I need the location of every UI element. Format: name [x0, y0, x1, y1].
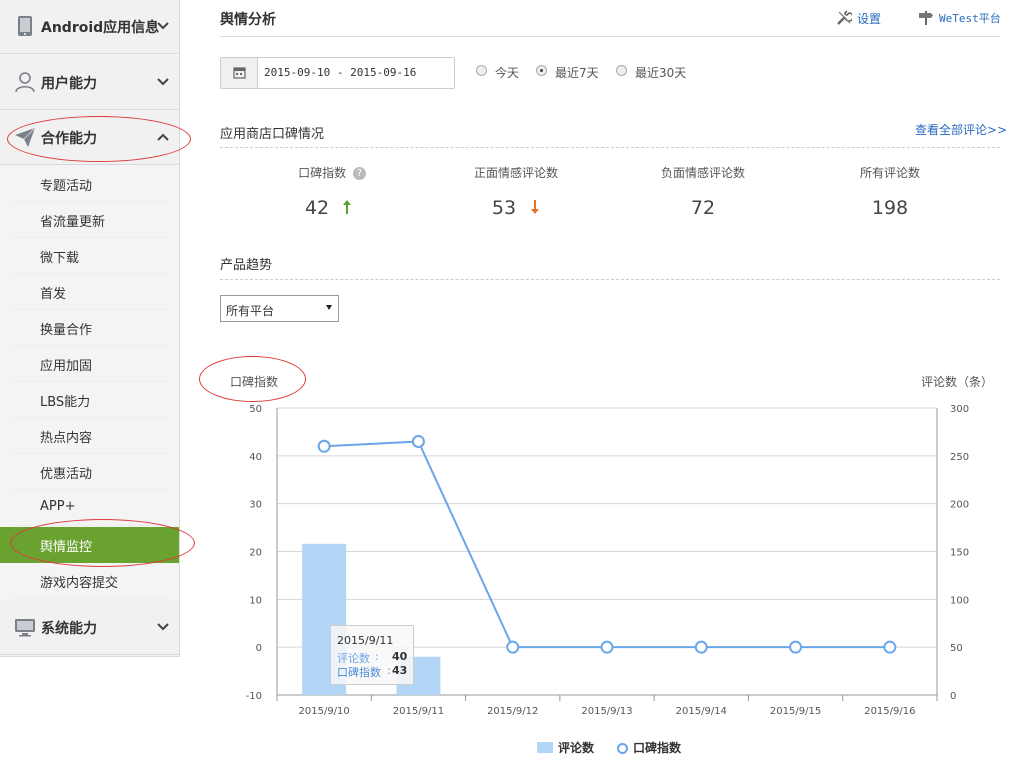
line-point	[317, 439, 331, 453]
chart-tooltip: 2015/9/11 评论数: 40 口碑指数: 43	[330, 625, 414, 685]
legend-item-reputation[interactable]: 口碑指数	[617, 739, 681, 756]
left-tick-label: 0	[256, 643, 262, 654]
line-point	[694, 640, 708, 654]
right-tick-label: 100	[950, 595, 969, 606]
line-point	[600, 640, 614, 654]
x-tick-label: 2015/9/14	[676, 706, 727, 717]
right-tick-label: 250	[950, 452, 969, 463]
legend-label: 评论数	[558, 741, 595, 755]
x-tick-label: 2015/9/10	[299, 706, 350, 717]
legend-swatch	[617, 743, 628, 754]
right-tick-label: 150	[950, 548, 969, 559]
chart-line	[317, 434, 897, 654]
left-tick-label: 20	[249, 548, 262, 559]
tooltip-value: 40	[392, 650, 408, 663]
right-tick-label: 300	[950, 404, 969, 415]
line-point	[411, 434, 425, 448]
x-tick-label: 2015/9/12	[487, 706, 538, 717]
legend-item-comments[interactable]: 评论数	[537, 739, 594, 756]
left-tick-label: 40	[249, 452, 262, 463]
right-tick-label: 200	[950, 500, 969, 511]
legend-label: 口碑指数	[633, 741, 682, 755]
line-point	[506, 640, 520, 654]
tooltip-value: 43	[392, 664, 408, 677]
x-tick-label: 2015/9/15	[770, 706, 821, 717]
x-tick-label: 2015/9/13	[581, 706, 632, 717]
right-tick-label: 50	[950, 643, 963, 654]
tooltip-date: 2015/9/11	[337, 634, 394, 647]
x-tick-label: 2015/9/16	[864, 706, 915, 717]
left-tick-label: 10	[249, 595, 262, 606]
legend-swatch	[537, 742, 553, 753]
line-point	[883, 640, 897, 654]
tooltip-label: 口碑指数	[337, 666, 381, 679]
x-tick-label: 2015/9/11	[393, 706, 444, 717]
left-axis-label: 口碑指数	[230, 374, 278, 389]
left-tick-label: 50	[249, 404, 262, 415]
series-line	[324, 440, 890, 649]
right-axis-label: 评论数（条）	[921, 374, 993, 389]
left-tick-label: -10	[246, 691, 262, 702]
trend-chart: 50 300 40 250 30 200 20 150 10 100 0 50 -10 0 2015/9/1…	[230, 374, 993, 717]
right-tick-label: 0	[950, 691, 956, 702]
line-point	[789, 640, 803, 654]
left-tick-label: 30	[249, 500, 262, 511]
